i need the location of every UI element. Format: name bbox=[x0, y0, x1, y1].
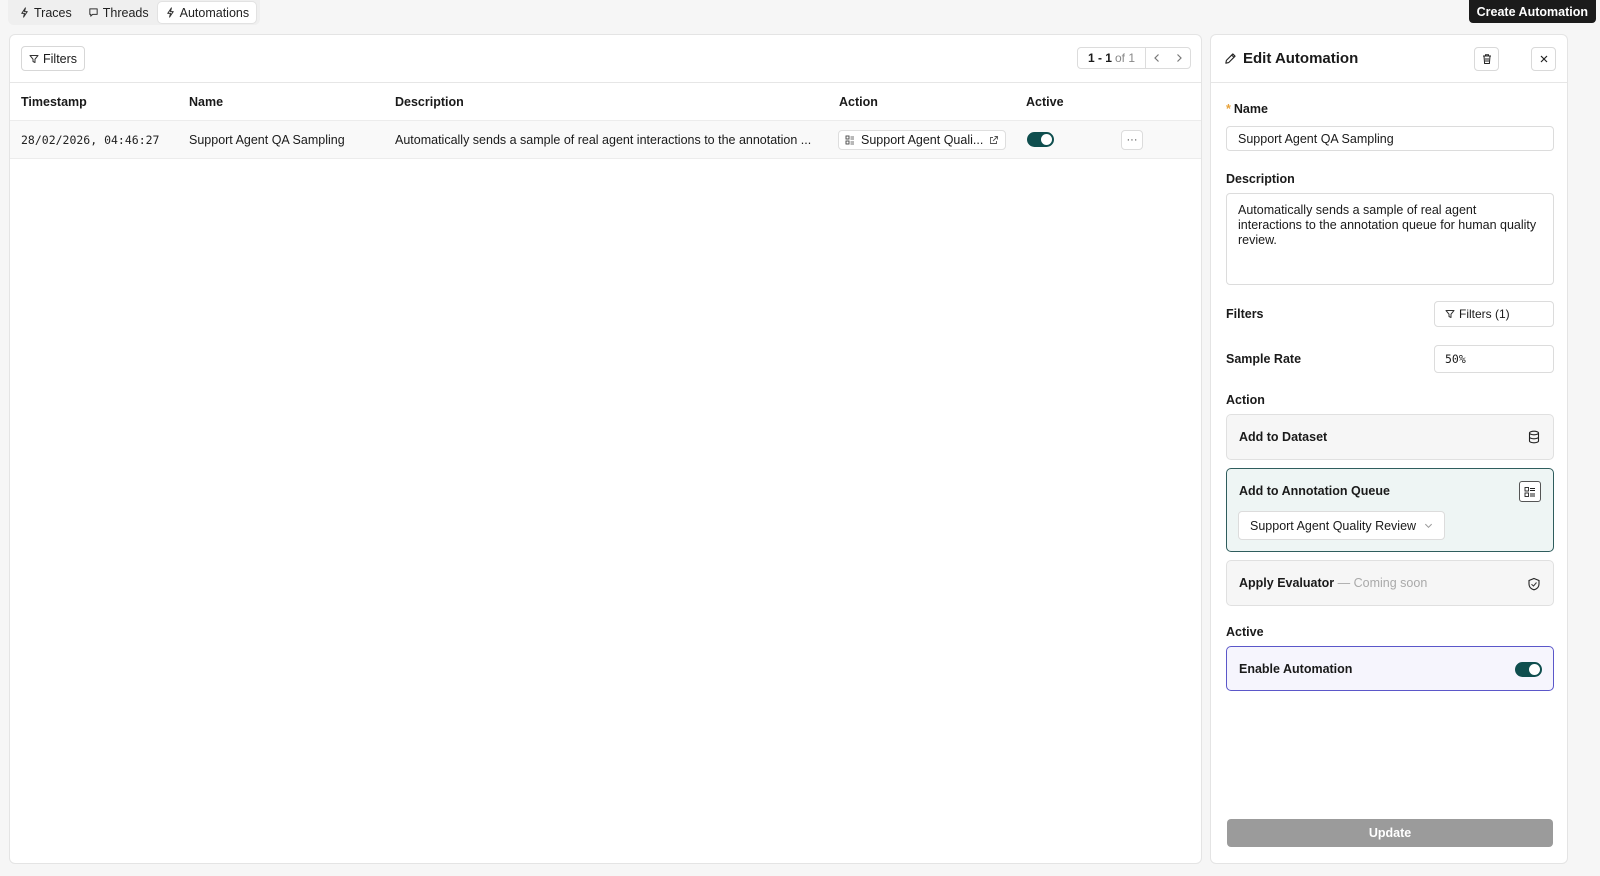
enable-automation-toggle[interactable] bbox=[1515, 662, 1542, 677]
edit-icon bbox=[1225, 53, 1236, 64]
chevron-left-icon bbox=[1154, 54, 1159, 62]
table-toolbar: Filters 1 - 1 of 1 bbox=[10, 35, 1201, 83]
action-card-add-to-dataset[interactable]: Add to Dataset bbox=[1226, 414, 1554, 460]
table-row[interactable]: 28/02/2026, 04:46:27 Support Agent QA Sa… bbox=[10, 121, 1201, 159]
next-page-button[interactable] bbox=[1168, 48, 1190, 68]
pagination: 1 - 1 of 1 bbox=[1076, 47, 1191, 69]
tab-automations-label: Automations bbox=[179, 5, 250, 20]
tab-threads[interactable]: Threads bbox=[81, 2, 156, 23]
action-card-dataset-label: Add to Dataset bbox=[1239, 430, 1328, 444]
row-name: Support Agent QA Sampling bbox=[189, 132, 345, 147]
description-textarea[interactable]: Automatically sends a sample of real age… bbox=[1226, 193, 1554, 285]
pagination-total: of 1 bbox=[1114, 51, 1135, 65]
table-header: Timestamp Name Description Action Active bbox=[10, 83, 1201, 121]
traces-icon bbox=[21, 7, 28, 18]
threads-icon bbox=[89, 8, 98, 17]
enable-automation-card[interactable]: Enable Automation bbox=[1226, 646, 1554, 691]
action-card-evaluator-label: Apply Evaluator — Coming soon bbox=[1239, 576, 1427, 590]
close-icon bbox=[1540, 55, 1547, 63]
database-icon bbox=[1528, 430, 1540, 444]
column-header-action[interactable]: Action bbox=[839, 95, 878, 109]
row-description: Automatically sends a sample of real age… bbox=[395, 132, 812, 147]
column-header-name[interactable]: Name bbox=[189, 95, 223, 109]
filter-icon bbox=[1445, 310, 1455, 318]
panel-title: Edit Automation bbox=[1224, 50, 1358, 67]
top-bar: Traces Threads Automations Create Automa… bbox=[0, 0, 1600, 30]
required-marker: * bbox=[1226, 102, 1231, 116]
pagination-current: 1 - 1 bbox=[1087, 51, 1112, 65]
name-input[interactable]: Support Agent QA Sampling bbox=[1226, 126, 1554, 151]
column-header-description[interactable]: Description bbox=[395, 95, 464, 109]
panel-title-text: Edit Automation bbox=[1243, 50, 1359, 67]
annotation-queue-icon bbox=[1519, 481, 1541, 502]
annotation-queue-icon bbox=[845, 135, 854, 144]
create-automation-button[interactable]: Create Automation bbox=[1468, 0, 1596, 23]
filters-button[interactable]: Filters bbox=[21, 46, 86, 71]
delete-button[interactable] bbox=[1474, 47, 1499, 71]
action-card-add-to-annotation-queue[interactable]: Add to Annotation Queue Support Agent Qu… bbox=[1226, 468, 1554, 552]
row-more-button[interactable]: ··· bbox=[1121, 129, 1143, 150]
row-timestamp: 28/02/2026, 04:46:27 bbox=[21, 132, 160, 147]
evaluator-title: Apply Evaluator bbox=[1239, 576, 1335, 590]
column-header-active[interactable]: Active bbox=[1026, 95, 1064, 109]
panel-header: Edit Automation bbox=[1211, 35, 1567, 83]
shield-icon bbox=[1528, 577, 1540, 591]
action-card-queue-label: Add to Annotation Queue bbox=[1239, 484, 1390, 498]
chevron-right-icon bbox=[1177, 54, 1182, 62]
coming-soon-note: — Coming soon bbox=[1337, 576, 1428, 590]
tab-traces[interactable]: Traces bbox=[12, 2, 79, 23]
trash-icon bbox=[1482, 54, 1491, 64]
action-card-apply-evaluator: Apply Evaluator — Coming soon bbox=[1226, 560, 1554, 606]
panel-filters-button[interactable]: Filters (1) bbox=[1434, 301, 1554, 327]
enable-automation-label: Enable Automation bbox=[1239, 662, 1353, 676]
row-active-toggle[interactable] bbox=[1027, 132, 1054, 147]
filters-button-label: Filters bbox=[43, 51, 78, 66]
close-button[interactable] bbox=[1531, 47, 1556, 71]
tab-threads-label: Threads bbox=[102, 5, 149, 20]
pagination-range: 1 - 1 of 1 bbox=[1078, 48, 1146, 68]
description-label: Description bbox=[1226, 172, 1295, 186]
sample-rate-input[interactable]: 50% bbox=[1434, 345, 1554, 373]
previous-page-button[interactable] bbox=[1146, 48, 1168, 68]
row-action-label: Support Agent Quali... bbox=[861, 132, 984, 147]
action-label: Action bbox=[1226, 393, 1265, 407]
automations-icon bbox=[166, 7, 174, 18]
tab-automations[interactable]: Automations bbox=[157, 2, 257, 23]
name-label: * Name bbox=[1226, 102, 1268, 116]
update-button[interactable]: Update bbox=[1227, 819, 1553, 847]
filter-icon bbox=[29, 54, 39, 63]
annotation-queue-select-value: Support Agent Quality Review bbox=[1250, 518, 1417, 533]
filters-label: Filters bbox=[1226, 307, 1264, 321]
active-label: Active bbox=[1226, 625, 1264, 639]
view-tabs: Traces Threads Automations bbox=[8, 0, 261, 25]
name-label-text: Name bbox=[1233, 102, 1268, 116]
annotation-queue-select[interactable]: Support Agent Quality Review bbox=[1238, 511, 1446, 540]
sample-rate-label: Sample Rate bbox=[1226, 352, 1302, 366]
external-link-icon bbox=[990, 135, 999, 144]
tab-traces-label: Traces bbox=[34, 5, 72, 20]
column-header-timestamp[interactable]: Timestamp bbox=[21, 95, 87, 109]
panel-filters-button-label: Filters (1) bbox=[1459, 307, 1510, 321]
edit-automation-panel: Edit Automation * Name Support Agent QA S… bbox=[1210, 34, 1568, 864]
chevron-down-icon bbox=[1425, 523, 1433, 529]
automations-table-panel: Filters 1 - 1 of 1 Timestamp Name Descri… bbox=[9, 34, 1202, 864]
row-action-chip[interactable]: Support Agent Quali... bbox=[838, 129, 1007, 150]
